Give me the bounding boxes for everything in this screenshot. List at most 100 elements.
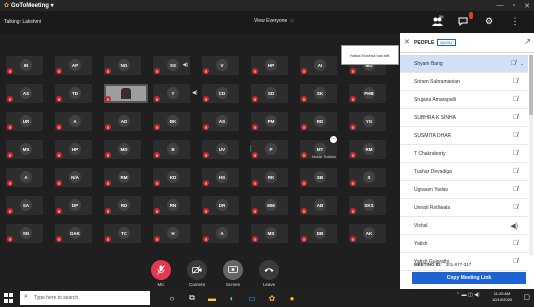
participant-list-scrollbar[interactable] [529, 55, 533, 255]
participant-tile[interactable]: AI ✕ [300, 56, 337, 75]
participant-tile[interactable]: SB ✕ [300, 168, 337, 187]
participant-tile[interactable]: CD ✕ ◀) [192, 84, 239, 103]
participant-tile[interactable]: MS ✕ [6, 140, 43, 159]
people-button[interactable]: 56 [430, 14, 444, 28]
edge-icon[interactable]: ◐ [226, 291, 238, 305]
participant-tile[interactable]: RD ✕ [300, 112, 337, 131]
maximize-icon[interactable]: ▫ [513, 2, 515, 9]
participant-row[interactable]: Yatish 🎙̸ [400, 235, 528, 253]
participant-tile[interactable]: HP ✕ [251, 56, 288, 75]
participant-tile[interactable]: H ✕ [153, 224, 190, 243]
participant-tile[interactable]: PM ✕ [251, 112, 288, 131]
participant-tile[interactable]: MM ✕ [251, 196, 288, 215]
minimize-icon[interactable]: — [497, 2, 504, 9]
task-view-icon[interactable]: ⧉ [186, 291, 198, 305]
participant-tile[interactable]: DB ✕ [300, 224, 337, 243]
participant-tile[interactable]: A ✕ [202, 224, 239, 243]
participant-tile[interactable]: AK ✕ [349, 224, 386, 243]
people-panel-header: ✕ PEOPLE 56/251 ↗ [400, 33, 534, 53]
cortana-icon[interactable]: ○ [166, 291, 178, 305]
participant-row[interactable]: Vishal ◀) [400, 217, 528, 235]
gotomeeting-icon[interactable]: ✿ [266, 291, 278, 305]
participant-tile[interactable]: YG ✕ [349, 112, 386, 131]
participant-tile[interactable]: A ✕ [6, 168, 43, 187]
app-title-menu[interactable]: GoToMeeting ▾ [11, 2, 54, 9]
participant-row[interactable]: Srujana Amarapalli 🎙̸ [400, 91, 528, 109]
participant-tile[interactable]: DR ✕ [202, 196, 239, 215]
participant-tile[interactable]: BK ✕ [153, 112, 190, 131]
participant-tile[interactable]: TD ✕ [55, 84, 92, 103]
close-icon[interactable]: ✕ [524, 2, 530, 10]
participant-tile[interactable]: UR ✕ [6, 112, 43, 131]
participant-tile[interactable]: KD ✕ [153, 168, 190, 187]
participant-tile[interactable]: TC ✕ [104, 224, 141, 243]
participant-tile[interactable]: SN ✕ [6, 224, 43, 243]
participant-tile[interactable]: AS ✕ [202, 112, 239, 131]
settings-button[interactable]: ⚙ [482, 14, 496, 28]
participant-tile[interactable]: N/A ✕ [55, 168, 92, 187]
participant-tile[interactable]: SD ✕ [251, 84, 288, 103]
more-options-button[interactable]: ⋮ [508, 14, 522, 28]
participant-row[interactable]: T Chakraborty 🎙̸ [400, 145, 528, 163]
participant-tile[interactable]: UV ✕ [202, 140, 256, 159]
participant-tile[interactable]: SK ✕ [300, 84, 337, 103]
participant-tile[interactable]: MT ✕ Mobile Thakkar… [300, 136, 337, 159]
participant-tile[interactable]: SS ✕ ◀) [153, 56, 190, 75]
participant-tile[interactable]: S ✕ [349, 168, 386, 187]
participant-tile[interactable]: Y ✕ [153, 84, 190, 103]
participant-tile[interactable]: RN ✕ [153, 196, 190, 215]
participant-tile[interactable]: PHB ✕ [349, 84, 386, 103]
participant-tile[interactable]: AS ✕ [6, 84, 43, 103]
avatar: AP [69, 59, 81, 71]
participant-row[interactable]: SUSMITA DHAR 🎙̸ [400, 127, 528, 145]
chrome-icon[interactable]: ● [286, 291, 298, 305]
participant-tile[interactable]: B ✕ [153, 140, 190, 159]
camera-button[interactable]: Camera [186, 260, 208, 287]
participant-tile[interactable]: RM ✕ [104, 168, 141, 187]
close-panel-icon[interactable]: ✕ [404, 38, 410, 46]
participant-row[interactable]: Unnati Rotliwala 🎙̸ [400, 199, 528, 217]
view-selector[interactable]: View Everyone ◇ [254, 18, 294, 24]
taskbar-clock[interactable]: 11:25 AM 10/10/2020 [492, 291, 512, 303]
participant-tile[interactable]: AB ✕ [300, 196, 337, 215]
participant-tile[interactable]: HP ✕ [55, 140, 92, 159]
mail-icon[interactable]: ▭ [246, 291, 258, 305]
participant-tile[interactable]: SKS ✕ [349, 196, 386, 215]
participant-video-tile[interactable]: ✕ [104, 84, 148, 103]
participant-tile[interactable]: DAK ✕ [55, 224, 92, 243]
participant-tile[interactable]: AP ✕ [55, 56, 92, 75]
notification-center-icon[interactable]: ▢ [523, 293, 530, 301]
participant-row[interactable]: Sriram Subramanian 🎙̸ [400, 73, 528, 91]
participant-tile[interactable]: RK ✕ [251, 168, 288, 187]
scrollbar-thumb[interactable] [529, 55, 533, 115]
participant-tile[interactable]: DP ✕ [55, 196, 92, 215]
more-options-icon[interactable]: … [330, 136, 337, 143]
participant-tile[interactable]: NG ✕ [104, 56, 141, 75]
participant-row[interactable]: Tushar Devadiga 🎙̸ [400, 163, 528, 181]
mic-button[interactable]: Mic [150, 260, 172, 287]
windows-start-icon[interactable] [4, 293, 14, 303]
file-explorer-icon[interactable]: ▬ [206, 291, 218, 305]
participant-tile[interactable]: RD ✕ [104, 196, 141, 215]
participant-tile[interactable]: AD ✕ [104, 112, 141, 131]
participant-tile[interactable]: P ✕ [251, 140, 288, 159]
copy-meeting-link-button[interactable]: Copy Meeting Link [412, 272, 526, 284]
participant-tile[interactable]: HS ✕ [202, 168, 239, 187]
chevron-down-icon[interactable]: ⌄ [520, 61, 524, 67]
leave-button[interactable]: Leave [258, 260, 280, 287]
participant-tile[interactable]: MD ✕ [104, 140, 141, 159]
participant-tile[interactable]: SA ✕ [6, 196, 43, 215]
system-tray[interactable]: ⌃ ▬ ◫ ◀) [456, 292, 480, 298]
participant-row[interactable]: Ugrasen Yadav 🎙̸ [400, 181, 528, 199]
participant-tile[interactable]: RM ✕ [349, 140, 386, 159]
participant-tile[interactable]: MS ✕ [251, 224, 288, 243]
screen-share-button[interactable]: Screen [222, 260, 244, 287]
participant-row[interactable]: SUBHRA K SINHA 🎙̸ [400, 109, 528, 127]
participant-tile[interactable]: A ✕ [55, 112, 92, 131]
chat-button[interactable]: ​ [456, 12, 473, 28]
participant-tile[interactable]: IN ✕ [6, 56, 43, 75]
popout-icon[interactable]: ↗ [524, 37, 531, 46]
participant-tile[interactable]: V ✕ [202, 56, 239, 75]
taskbar-search[interactable]: ⌕ Type here to search [20, 291, 150, 305]
participant-row[interactable]: Shyam Bang 🎙̸ ⌄ [400, 55, 528, 73]
